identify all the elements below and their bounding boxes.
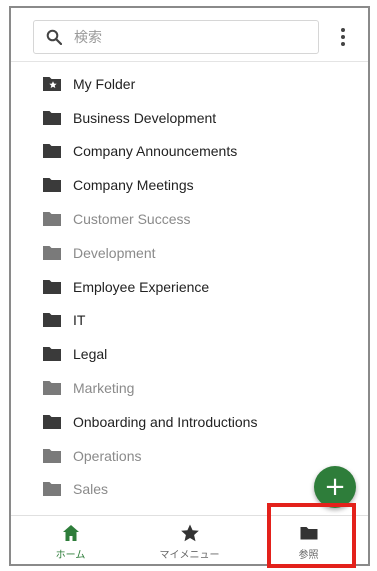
- folder-label: Business Development: [73, 109, 217, 126]
- more-vert-icon: [341, 28, 345, 32]
- folder-item[interactable]: Development: [11, 236, 368, 270]
- folder-item[interactable]: IT: [11, 304, 368, 338]
- folder-item[interactable]: My Folder: [11, 67, 368, 101]
- folder-label: Employee Experience: [73, 278, 210, 295]
- folder-icon: [43, 381, 61, 396]
- folder-item[interactable]: Company Announcements: [11, 135, 368, 169]
- search-input[interactable]: [72, 28, 276, 46]
- folder-icon: [43, 212, 61, 227]
- folder-label: Company Meetings: [73, 177, 194, 194]
- folder-icon: [43, 279, 61, 294]
- folder-icon: [43, 245, 61, 260]
- folder-item[interactable]: Marketing: [11, 371, 368, 405]
- folder-icon: [43, 144, 61, 159]
- folder-icon: [43, 110, 61, 125]
- folder-label: Sales: [73, 481, 109, 498]
- folder-label: Legal: [73, 346, 108, 363]
- folder-icon: [43, 482, 61, 497]
- search-bar[interactable]: [33, 20, 319, 54]
- folder-label: Marketing: [73, 380, 135, 397]
- folder-item[interactable]: Legal: [11, 337, 368, 371]
- folder-item[interactable]: Company Meetings: [11, 168, 368, 202]
- folder-icon: [43, 414, 61, 429]
- divider: [11, 61, 368, 62]
- folder-item[interactable]: Employee Experience: [11, 270, 368, 304]
- more-options-button[interactable]: [333, 25, 353, 49]
- starred-folder-icon: [43, 76, 61, 91]
- add-button[interactable]: +: [314, 466, 356, 508]
- plus-icon: +: [324, 472, 346, 502]
- folder-list: My Folder Business Development Company Ann…: [11, 67, 368, 506]
- folder-label: Customer Success: [73, 211, 191, 228]
- nav-my-menu[interactable]: マイメニュー: [130, 516, 249, 564]
- search-icon: [46, 29, 62, 45]
- folder-item[interactable]: Operations: [11, 439, 368, 473]
- folder-icon: [43, 448, 61, 463]
- nav-my-menu-label: マイメニュー: [159, 549, 220, 561]
- folder-label: Development: [73, 244, 156, 261]
- folder-label: Operations: [73, 447, 142, 464]
- nav-home-label: ホーム: [55, 549, 86, 561]
- folder-label: IT: [73, 312, 86, 329]
- star-icon: [180, 524, 199, 541]
- folder-item[interactable]: Customer Success: [11, 202, 368, 236]
- app-frame: My Folder Business Development Company Ann…: [9, 6, 370, 566]
- nav-home[interactable]: ホーム: [11, 516, 130, 564]
- home-icon: [62, 524, 79, 541]
- folder-icon: [43, 178, 61, 193]
- folder-item[interactable]: Onboarding and Introductions: [11, 405, 368, 439]
- folder-item[interactable]: Business Development: [11, 101, 368, 135]
- highlight-box: [267, 503, 356, 568]
- folder-label: Onboarding and Introductions: [73, 413, 258, 430]
- folder-icon: [43, 347, 61, 362]
- folder-icon: [43, 313, 61, 328]
- folder-label: Company Announcements: [73, 143, 238, 160]
- folder-label: My Folder: [73, 75, 136, 92]
